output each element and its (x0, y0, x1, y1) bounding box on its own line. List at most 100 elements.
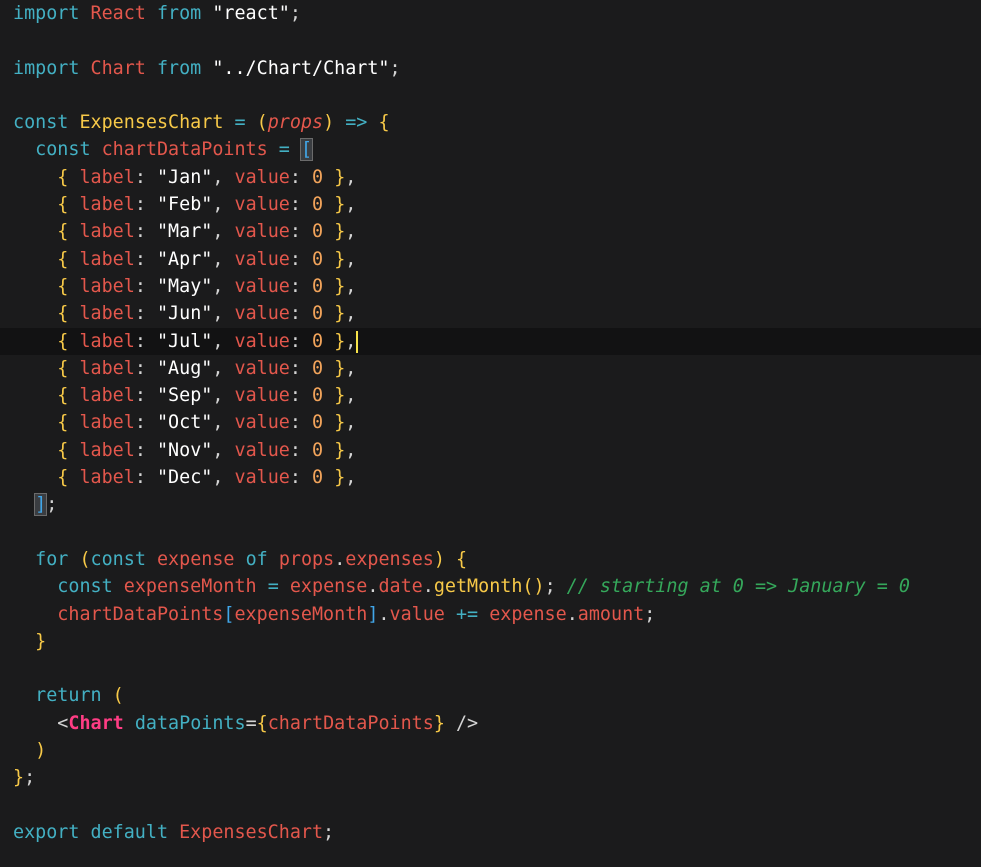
code-token: { (57, 357, 69, 379)
code-token: date (378, 576, 423, 598)
code-line[interactable]: return ( (0, 682, 981, 709)
code-token: export (13, 821, 80, 843)
code-token: [ (223, 603, 235, 625)
code-token: "react" (212, 3, 290, 24)
code-line[interactable]: <Chart dataPoints={chartDataPoints} /> (0, 710, 981, 737)
code-line[interactable]: export default ExpensesChart; (0, 819, 981, 846)
code-token: : (289, 385, 313, 407)
code-token: "Mar" (156, 221, 213, 243)
code-token: , (345, 330, 357, 352)
code-token: { (57, 412, 69, 434)
code-line[interactable]: { label: "Sep", value: 0 }, (0, 382, 981, 409)
code-token: , (212, 467, 235, 489)
code-token: 0 (312, 221, 324, 243)
code-line[interactable]: { label: "Apr", value: 0 }, (0, 246, 981, 273)
code-token: = (267, 576, 279, 598)
code-line[interactable]: { label: "Jun", value: 0 }, (0, 300, 981, 327)
code-token: chartDataPoints (101, 139, 268, 161)
code-line[interactable]: } (0, 628, 981, 655)
code-token: } (334, 467, 346, 489)
code-token: ExpensesChart (79, 112, 224, 134)
code-token: { (57, 467, 69, 489)
code-token: . (334, 548, 346, 570)
code-token: expenseMonth (123, 576, 257, 598)
code-token: , (345, 221, 357, 243)
code-line[interactable]: { label: "Jan", value: 0 }, (0, 164, 981, 191)
code-token: } (334, 330, 346, 352)
code-line[interactable]: chartDataPoints[expenseMonth].value += e… (0, 601, 981, 628)
code-line[interactable]: { label: "Nov", value: 0 }, (0, 437, 981, 464)
code-line[interactable]: { label: "Dec", value: 0 }, (0, 464, 981, 491)
code-line[interactable]: const expenseMonth = expense.date.getMon… (0, 573, 981, 600)
code-token: ) (323, 112, 335, 134)
code-token: { (378, 112, 390, 134)
code-token: = (234, 112, 246, 134)
code-token: import (13, 3, 80, 24)
code-token: ; (46, 494, 58, 516)
code-line[interactable]: { label: "May", value: 0 }, (0, 273, 981, 300)
code-token: label (79, 439, 135, 461)
code-line[interactable]: import Chart from "../Chart/Chart"; (0, 55, 981, 82)
code-token: } (433, 712, 445, 734)
code-line[interactable] (0, 82, 981, 109)
code-line[interactable]: { label: "Jul", value: 0 }, (0, 327, 981, 355)
code-token: : (134, 221, 157, 243)
code-token: 0 (312, 330, 324, 352)
code-line[interactable] (0, 27, 981, 54)
code-line[interactable]: const chartDataPoints = [ (0, 136, 981, 163)
code-line[interactable] (0, 519, 981, 546)
code-line[interactable]: { label: "Feb", value: 0 }, (0, 191, 981, 218)
code-token: 0 (312, 194, 324, 216)
code-line[interactable] (0, 792, 981, 819)
code-token: expense (489, 603, 567, 625)
code-token: } (334, 166, 346, 188)
code-token: "Apr" (156, 248, 213, 270)
code-token: , (212, 221, 235, 243)
code-token: value (234, 275, 290, 297)
code-token: , (345, 303, 357, 325)
code-line[interactable]: for (const expense of props.expenses) { (0, 546, 981, 573)
code-line[interactable]: ]; (0, 491, 981, 518)
code-token: ( (79, 548, 91, 570)
code-editor[interactable]: import React from "react"; import Chart f… (0, 0, 981, 867)
code-line[interactable]: }; (0, 764, 981, 791)
code-line[interactable] (0, 655, 981, 682)
code-line[interactable]: const ExpensesChart = (props) => { (0, 109, 981, 136)
code-line[interactable]: ) (0, 737, 981, 764)
code-token: : (289, 248, 313, 270)
code-line[interactable]: { label: "Aug", value: 0 }, (0, 355, 981, 382)
code-token: { (256, 712, 268, 734)
code-token: : (134, 439, 157, 461)
code-token: "Nov" (156, 439, 213, 461)
code-token: "Feb" (156, 194, 213, 216)
code-token: , (212, 303, 235, 325)
code-token: 0 (312, 275, 324, 297)
code-token: value (234, 166, 290, 188)
code-token: : (289, 303, 313, 325)
code-line[interactable]: { label: "Mar", value: 0 }, (0, 218, 981, 245)
code-token: { (57, 166, 69, 188)
code-token: } (334, 439, 346, 461)
code-line[interactable]: { label: "Oct", value: 0 }, (0, 409, 981, 436)
code-token: , (212, 357, 235, 379)
code-token: , (345, 166, 357, 188)
code-line[interactable]: import React from "react"; (0, 0, 981, 27)
code-token: } (334, 412, 346, 434)
code-token: , (345, 385, 357, 407)
